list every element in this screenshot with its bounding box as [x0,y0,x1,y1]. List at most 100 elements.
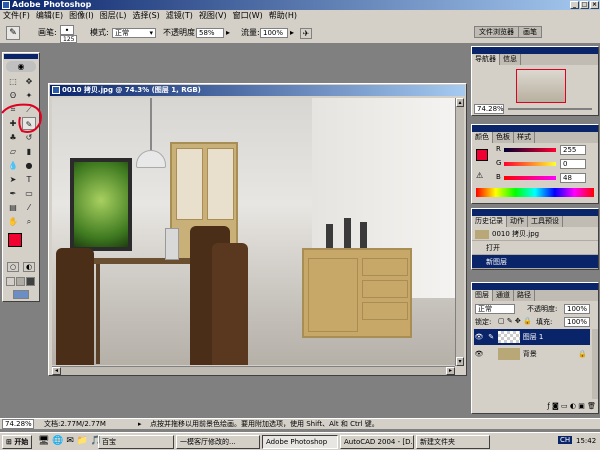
tab-swatches[interactable]: 色板 [493,132,514,143]
tab-actions[interactable]: 动作 [507,216,528,227]
screen-mode-full-menu-icon[interactable] [16,277,25,286]
eye-icon[interactable]: 👁 [474,329,484,345]
eye-icon[interactable]: 👁 [474,346,484,362]
task-living-room[interactable]: 一模客厅修改的... [176,435,260,449]
document-title-bar[interactable]: 0010 拷贝.jpg @ 74.3% (图层 1, RGB) [50,85,465,96]
b-slider[interactable] [504,176,556,180]
zoom-tool-icon[interactable]: ⌕ [22,215,36,228]
scroll-left-arrow-icon[interactable]: ◂ [52,367,61,375]
fill-field[interactable]: 100% [564,317,590,327]
b-field[interactable]: 48 [560,173,586,183]
rectangle-tool-icon[interactable]: ▭ [22,187,36,200]
screen-mode-full-icon[interactable] [26,277,35,286]
history-snapshot[interactable]: 0010 拷贝.jpg [472,227,598,241]
scroll-down-arrow-icon[interactable]: ▾ [456,357,464,366]
history-item[interactable]: 打开 [472,241,598,255]
dodge-tool-icon[interactable]: ● [22,159,36,172]
layer-blend-select[interactable]: 正常 [475,304,515,314]
vertical-scrollbar[interactable]: ▴ ▾ [455,98,464,366]
brush-tool-preset-icon[interactable]: ✎ [6,26,20,40]
menu-help[interactable]: 帮助(H) [266,11,300,20]
status-zoom-field[interactable]: 74.28% [2,419,34,429]
ime-indicator[interactable]: CH [558,436,573,444]
airbrush-icon[interactable]: ✈ [300,28,312,39]
layer-row[interactable]: 👁 背景 🔒 [474,346,590,362]
flow-field[interactable]: 100% [260,28,288,38]
history-item[interactable]: 新图层 [472,255,598,269]
tab-file-browser[interactable]: 文件浏览器 [474,26,519,38]
trash-icon[interactable]: 🗑 [587,402,596,410]
task-autocad[interactable]: AutoCAD 2004 - [D... [340,435,414,449]
tab-history[interactable]: 历史记录 [472,216,507,227]
quicklaunch-icons[interactable]: 🖥 🌐 ✉ 📁 🎵 [38,436,102,446]
layer-style-icon[interactable]: ƒ [547,402,549,410]
g-slider[interactable] [504,162,556,166]
status-menu-arrow-icon[interactable]: ▸ [138,419,142,430]
task-new-folder[interactable]: 新建文件夹 [416,435,490,449]
menu-layer[interactable]: 图层(L) [97,11,130,20]
adjustment-layer-icon[interactable]: ◐ [570,402,576,410]
menu-image[interactable]: 图像(I) [66,11,97,20]
eyedropper-tool-icon[interactable]: ⁄ [22,201,36,214]
new-set-icon[interactable]: ▭ [561,402,568,410]
new-layer-icon[interactable]: ▣ [578,402,585,410]
navigator-zoom-field[interactable]: 74.28% [474,104,504,114]
maximize-button[interactable]: □ [580,1,589,9]
lock-icons[interactable]: ▢ ✎ ✥ 🔒 [498,317,532,325]
tab-styles[interactable]: 样式 [514,132,535,143]
menu-view[interactable]: 视图(V) [196,11,230,20]
close-button[interactable]: × [590,1,599,9]
tab-navigator[interactable]: 导航器 [472,54,500,65]
type-tool-icon[interactable]: T [22,173,36,186]
notes-tool-icon[interactable]: ▤ [6,201,20,214]
marquee-tool-icon[interactable]: ⬚ [6,75,20,88]
layer-opacity-field[interactable]: 100% [564,304,590,314]
path-selection-tool-icon[interactable]: ➤ [6,173,20,186]
tab-layers[interactable]: 图层 [472,290,493,301]
scroll-right-arrow-icon[interactable]: ▸ [446,367,455,375]
menu-select[interactable]: 选择(S) [129,11,162,20]
mode-select[interactable]: 正常 ▾ [112,28,156,38]
standard-mode-icon[interactable]: ○ [7,262,19,272]
blur-tool-icon[interactable]: 💧 [6,159,20,172]
quickmask-mode-icon[interactable]: ◐ [23,262,35,272]
opacity-arrow-icon[interactable]: ▸ [226,22,230,44]
flow-arrow-icon[interactable]: ▸ [290,22,294,44]
tab-color[interactable]: 颜色 [472,132,493,143]
foreground-color-swatch[interactable] [8,233,22,247]
brush-size-field[interactable]: 125 [60,35,78,43]
layers-scrollbar[interactable] [592,329,598,399]
move-tool-icon[interactable]: ✥ [22,75,36,88]
menu-window[interactable]: 窗口(W) [230,11,266,20]
gradient-tool-icon[interactable]: ▮ [22,145,36,158]
task-baibao[interactable]: 百宝 [98,435,174,449]
adobe-online-icon[interactable]: ◉ [6,61,36,72]
navigator-zoom-slider[interactable] [508,108,592,110]
pen-tool-icon[interactable]: ✒ [6,187,20,200]
r-slider[interactable] [504,148,556,152]
opacity-field[interactable]: 58% [196,28,224,38]
tab-brushes[interactable]: 画笔 [518,26,542,38]
tab-paths[interactable]: 路径 [514,290,535,301]
eraser-tool-icon[interactable]: ▱ [6,145,20,158]
navigator-thumbnail[interactable] [516,69,566,103]
hand-tool-icon[interactable]: ✋ [6,215,20,228]
screen-mode-standard-icon[interactable] [6,277,15,286]
start-button[interactable]: ⊞ 开始 [2,435,32,449]
scroll-up-arrow-icon[interactable]: ▴ [456,98,464,107]
brush-preview-icon[interactable]: • [60,25,74,35]
tab-tool-presets[interactable]: 工具预设 [528,216,563,227]
layer-mask-icon[interactable]: ◙ [552,402,559,410]
image-canvas[interactable] [52,98,455,365]
tab-info[interactable]: 信息 [500,54,521,65]
r-field[interactable]: 255 [560,145,586,155]
menu-edit[interactable]: 编辑(E) [33,11,66,20]
jump-to-imageready-icon[interactable] [13,290,29,299]
g-field[interactable]: 0 [560,159,586,169]
color-foreground-swatch[interactable] [476,149,488,161]
minimize-button[interactable]: _ [570,1,579,9]
layer-row[interactable]: 👁 ✎ 图层 1 [474,329,590,345]
color-spectrum-ramp[interactable] [476,188,594,197]
menu-filter[interactable]: 滤镜(T) [163,11,196,20]
task-photoshop[interactable]: Adobe Photoshop [262,435,338,449]
